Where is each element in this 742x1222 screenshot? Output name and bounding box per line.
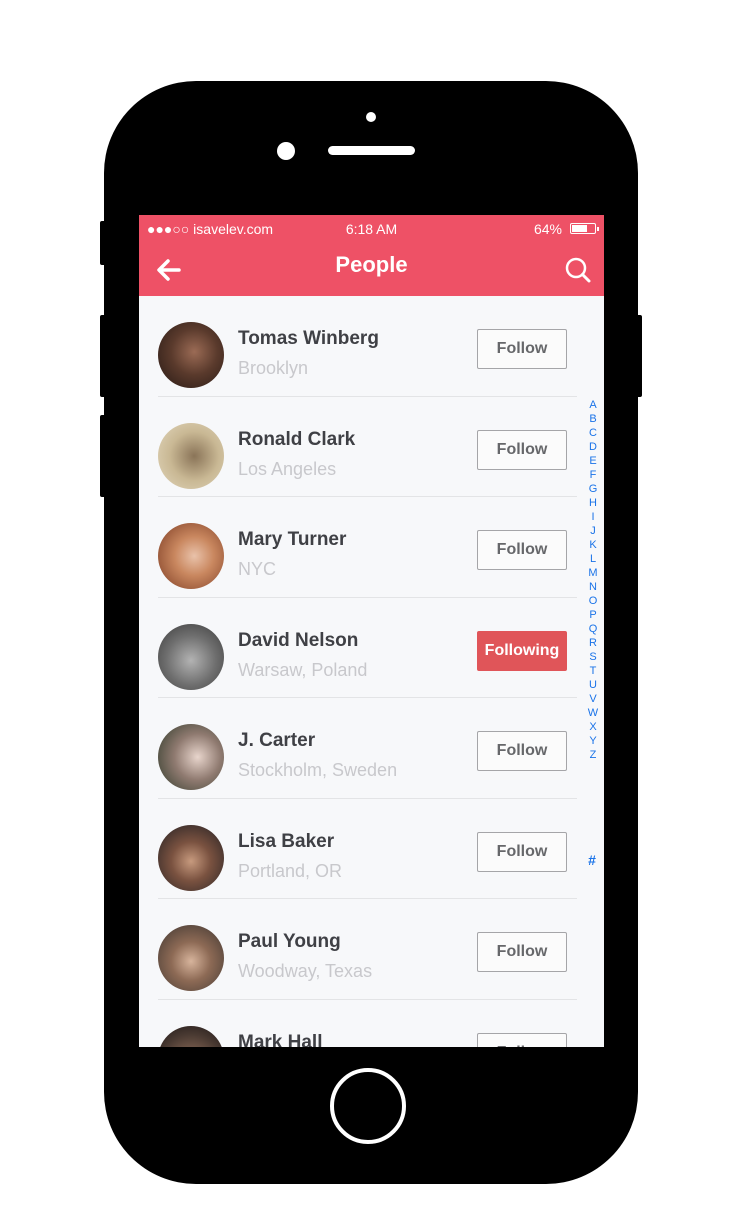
list-item[interactable]: Paul Young Woodway, Texas Follow — [158, 899, 577, 1000]
index-letter[interactable]: N — [587, 580, 599, 594]
follow-button[interactable]: Follow — [477, 429, 567, 470]
person-name: Ronald Clark — [238, 428, 356, 450]
person-location: Woodway, Texas — [238, 961, 373, 981]
home-button[interactable] — [330, 1068, 406, 1144]
following-button[interactable]: Following — [477, 630, 567, 671]
person-location: Brooklyn — [238, 358, 309, 378]
person-name: Paul Young — [238, 931, 341, 952]
index-letter[interactable]: V — [587, 692, 599, 706]
index-letter[interactable]: Q — [587, 622, 599, 636]
index-letter[interactable]: D — [587, 440, 599, 454]
app-header: ●●●○○ isavelev.com 6:18 AM 64% People — [139, 215, 604, 296]
app-screen: ●●●○○ isavelev.com 6:18 AM 64% People To… — [139, 215, 604, 1047]
index-letter[interactable]: W — [587, 706, 599, 720]
index-letter[interactable]: S — [587, 650, 599, 664]
page-title: People — [335, 252, 408, 277]
follow-button[interactable]: Follow — [477, 831, 567, 872]
person-name: J. Carter — [238, 730, 316, 751]
index-letter[interactable]: Z — [587, 748, 599, 762]
person-name: Tomas Winberg — [238, 328, 379, 349]
index-letter[interactable]: A — [587, 398, 599, 412]
avatar — [158, 623, 224, 690]
status-bar: ●●●○○ isavelev.com 6:18 AM 64% — [139, 215, 604, 243]
list-item[interactable]: Tomas Winberg Brooklyn Follow — [158, 296, 577, 397]
index-letter[interactable]: Y — [587, 734, 599, 748]
list-item[interactable]: Ronald Clark Los Angeles Follow — [158, 397, 577, 497]
index-letter[interactable]: J — [587, 524, 599, 538]
index-letter[interactable]: L — [587, 552, 599, 566]
list-item[interactable]: Lisa Baker Portland, OR Follow — [158, 799, 577, 899]
person-location: Los Angeles — [238, 458, 337, 479]
avatar — [158, 523, 224, 589]
index-letter[interactable]: G — [587, 482, 599, 496]
index-letter[interactable]: F — [587, 468, 599, 482]
nav-bar: People — [139, 243, 604, 296]
index-letter[interactable]: C — [587, 426, 599, 440]
avatar — [158, 322, 224, 388]
search-icon — [565, 257, 591, 283]
follow-button[interactable]: Follow — [477, 932, 567, 972]
person-name: David Nelson — [238, 629, 359, 651]
index-letter[interactable]: K — [587, 538, 599, 552]
avatar — [158, 422, 224, 489]
person-name: Lisa Baker — [238, 830, 335, 852]
alphabet-index: ABCDEFGHIJKLMNOPQRSTUVWXYZ — [587, 398, 599, 762]
list-item[interactable]: J. Carter Stockholm, Sweden Follow — [158, 698, 577, 799]
person-location: Warsaw, Poland — [238, 659, 368, 680]
index-letter[interactable]: M — [587, 566, 599, 580]
index-letter[interactable]: X — [587, 720, 599, 734]
follow-button[interactable]: Follow — [477, 530, 567, 570]
person-location: NYC — [238, 559, 277, 579]
follow-button[interactable]: Follow — [477, 329, 567, 369]
index-letter[interactable]: U — [587, 678, 599, 692]
index-hash[interactable]: # — [585, 852, 599, 868]
follow-button[interactable]: Follow — [477, 1032, 567, 1047]
avatar — [158, 724, 224, 790]
proximity-sensor — [366, 112, 376, 122]
index-letter[interactable]: E — [587, 454, 599, 468]
list-item[interactable]: Mark Hall Follow — [158, 1000, 577, 1048]
front-camera — [277, 142, 295, 160]
list-item[interactable]: David Nelson Warsaw, Poland Following — [158, 598, 577, 698]
avatar — [158, 1025, 224, 1047]
person-name: Mark Hall — [238, 1031, 323, 1048]
avatar — [158, 824, 224, 891]
index-letter[interactable]: I — [587, 510, 599, 524]
person-name: Mary Turner — [238, 529, 347, 550]
search-button[interactable] — [564, 256, 592, 284]
earpiece-speaker — [328, 146, 415, 155]
follow-button[interactable]: Follow — [477, 731, 567, 771]
battery-icon — [570, 223, 599, 234]
person-location: Stockholm, Sweden — [238, 760, 398, 780]
index-letter[interactable]: P — [587, 608, 599, 622]
phone-frame: ●●●○○ isavelev.com 6:18 AM 64% People To… — [104, 81, 638, 1184]
index-letter[interactable]: H — [587, 496, 599, 510]
people-list: Tomas Winberg Brooklyn Follow Ronald Cla… — [158, 296, 577, 1047]
avatar — [158, 925, 224, 991]
battery-percent: 64% — [533, 221, 562, 237]
person-location: Portland, OR — [238, 860, 343, 881]
index-letter[interactable]: R — [587, 636, 599, 650]
list-item[interactable]: Mary Turner NYC Follow — [158, 497, 577, 598]
index-letter[interactable]: O — [587, 594, 599, 608]
index-letter[interactable]: T — [587, 664, 599, 678]
index-letter[interactable]: B — [587, 412, 599, 426]
